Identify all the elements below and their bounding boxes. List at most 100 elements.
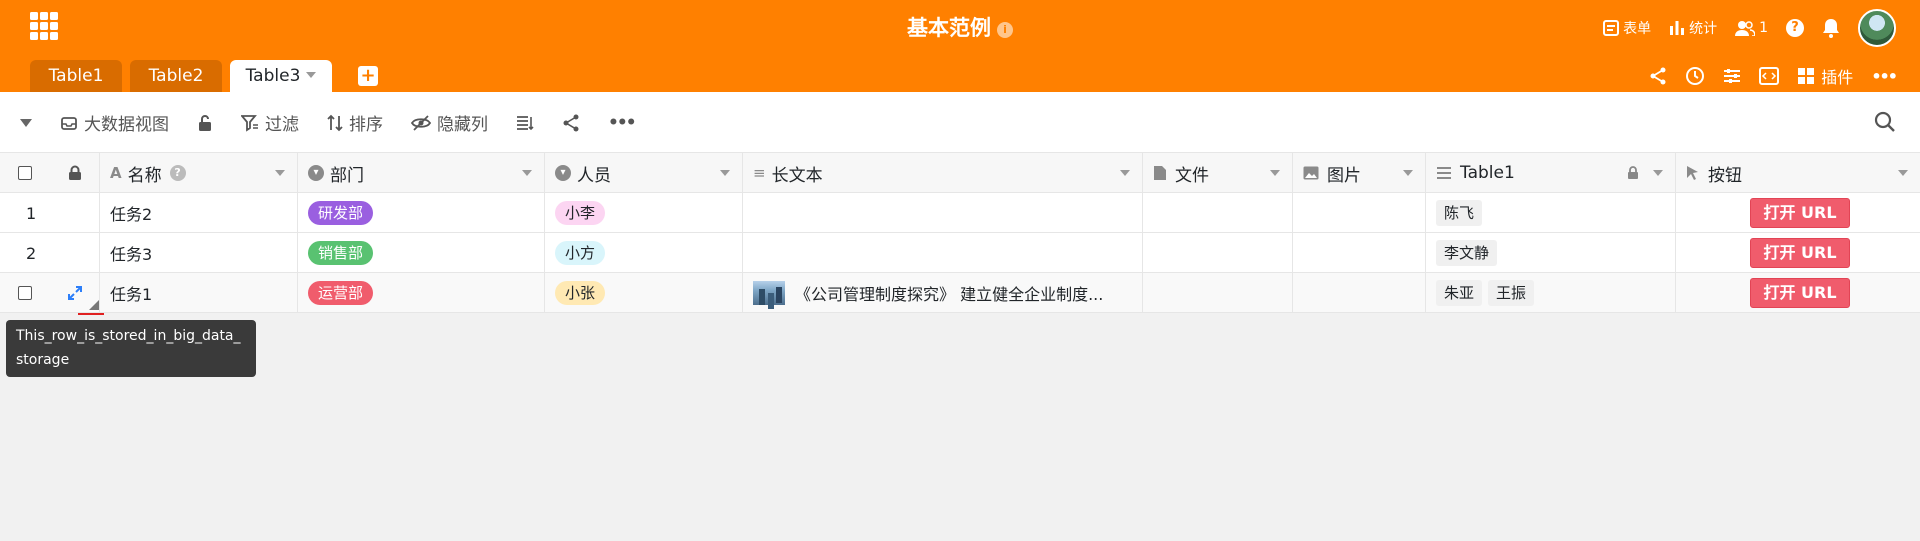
column-header-button[interactable]: 按钮 — [1676, 153, 1920, 193]
image-cell[interactable] — [1293, 273, 1426, 313]
open-url-button[interactable]: 打开 URL — [1750, 238, 1850, 268]
open-url-button[interactable]: 打开 URL — [1750, 278, 1850, 308]
column-header-file[interactable]: 文件 — [1143, 153, 1293, 193]
dept-cell[interactable]: 运营部 — [298, 273, 545, 313]
text-field-icon: A — [110, 164, 122, 182]
column-header-person[interactable]: ▾ 人员 — [545, 153, 743, 193]
collaborators-button[interactable]: 1 — [1735, 20, 1768, 36]
file-cell[interactable] — [1143, 273, 1293, 313]
form-button[interactable]: 表单 — [1603, 18, 1651, 38]
hide-columns-label: 隐藏列 — [437, 115, 488, 135]
button-cell: 打开 URL — [1676, 233, 1920, 273]
tab-label: Table1 — [48, 66, 104, 86]
image-cell[interactable] — [1293, 193, 1426, 233]
tab-table1[interactable]: Table1 — [30, 60, 122, 92]
plugin-label: 插件 — [1821, 68, 1854, 87]
column-menu-icon[interactable] — [1270, 170, 1280, 176]
longtext-cell[interactable]: 《公司管理制度探究》 建立健全企业制度... — [743, 273, 1143, 313]
column-header-image[interactable]: 图片 — [1293, 153, 1426, 193]
add-table-button[interactable]: + — [358, 66, 378, 86]
bell-icon[interactable] — [1822, 18, 1840, 38]
column-menu-icon[interactable] — [275, 170, 285, 176]
row-height-icon[interactable] — [516, 114, 534, 132]
button-cell: 打开 URL — [1676, 193, 1920, 233]
table-row[interactable]: 任务1 运营部 小张 《公司管理制度探究》 建立健全企业制度... 朱亚 王振 … — [0, 273, 1920, 313]
tab-table2[interactable]: Table2 — [130, 60, 222, 92]
hide-columns-button[interactable]: 隐藏列 — [411, 110, 488, 135]
info-icon[interactable]: i — [997, 22, 1013, 38]
open-url-button[interactable]: 打开 URL — [1750, 198, 1850, 228]
script-icon[interactable] — [1759, 67, 1780, 85]
search-icon[interactable] — [1874, 111, 1896, 133]
column-label: Table1 — [1460, 163, 1515, 183]
tab-table3[interactable]: Table3 — [230, 60, 332, 92]
history-icon[interactable] — [1685, 66, 1705, 86]
file-cell[interactable] — [1143, 193, 1293, 233]
view-more-icon[interactable]: ••• — [608, 113, 637, 133]
select-all-checkbox[interactable] — [18, 166, 32, 180]
stats-button[interactable]: 统计 — [1669, 18, 1717, 38]
column-header-longtext[interactable]: ≡ 长文本 — [743, 153, 1143, 193]
column-header-dept[interactable]: ▾ 部门 — [298, 153, 545, 193]
link-cell[interactable]: 朱亚 王振 — [1426, 273, 1676, 313]
row-checkbox[interactable] — [18, 286, 32, 300]
file-cell[interactable] — [1143, 233, 1293, 273]
dept-pill: 运营部 — [308, 281, 374, 305]
link-cell[interactable]: 陈飞 — [1426, 193, 1676, 233]
avatar[interactable] — [1858, 9, 1896, 47]
table-row[interactable]: 2 任务3 销售部 小方 李文静 打开 URL — [0, 233, 1920, 273]
settings-sliders-icon[interactable] — [1723, 67, 1741, 85]
column-label: 名称 — [127, 165, 162, 186]
help-icon[interactable]: ? — [1786, 19, 1804, 37]
eye-off-icon — [411, 114, 431, 131]
person-cell[interactable]: 小张 — [545, 273, 743, 313]
filter-button[interactable]: 过滤 — [241, 110, 299, 135]
name-cell[interactable]: 任务3 — [100, 233, 298, 273]
link-tag: 王振 — [1488, 280, 1535, 306]
lock-icon — [1628, 166, 1638, 179]
dept-pill: 销售部 — [308, 241, 374, 265]
bar-chart-icon — [1670, 21, 1685, 35]
row-indicator-underline — [78, 313, 104, 315]
dept-cell[interactable]: 研发部 — [298, 193, 545, 233]
name-cell[interactable]: 任务2 — [100, 193, 298, 233]
longtext-cell[interactable] — [743, 233, 1143, 273]
plugins-button[interactable]: 插件 — [1797, 64, 1853, 88]
column-label: 图片 — [1327, 165, 1361, 186]
single-select-icon: ▾ — [308, 165, 324, 181]
share-icon[interactable] — [1649, 67, 1667, 85]
column-header-table1[interactable]: Table1 — [1426, 153, 1676, 193]
column-label: 部门 — [330, 165, 364, 186]
dept-pill: 研发部 — [308, 201, 374, 225]
view-dropdown-icon[interactable] — [20, 118, 32, 127]
column-menu-icon[interactable] — [720, 170, 730, 176]
column-menu-icon[interactable] — [1898, 170, 1908, 176]
column-label: 人员 — [577, 165, 611, 186]
view-name[interactable]: 大数据视图 — [60, 110, 169, 135]
name-cell[interactable]: 任务1 — [100, 273, 298, 313]
person-cell[interactable]: 小方 — [545, 233, 743, 273]
column-menu-icon[interactable] — [1653, 170, 1663, 176]
lock-icon[interactable] — [68, 165, 82, 181]
help-circle-icon[interactable]: ? — [169, 165, 186, 181]
sort-button[interactable]: 排序 — [327, 110, 383, 135]
dept-cell[interactable]: 销售部 — [298, 233, 545, 273]
longtext-cell[interactable] — [743, 193, 1143, 233]
column-header-name[interactable]: A 名称 ? — [100, 153, 298, 193]
users-icon — [1735, 21, 1756, 36]
column-menu-icon[interactable] — [1120, 170, 1130, 176]
expand-icon[interactable] — [67, 285, 83, 301]
view-toolbar: 大数据视图 过滤 排序 隐藏列 ••• — [0, 92, 1920, 153]
lock-cell — [50, 153, 100, 193]
link-cell[interactable]: 李文静 — [1426, 233, 1676, 273]
image-cell[interactable] — [1293, 233, 1426, 273]
link-icon — [1437, 167, 1451, 179]
person-cell[interactable]: 小李 — [545, 193, 743, 233]
share-view-icon[interactable] — [562, 114, 580, 132]
table-row[interactable]: 1 任务2 研发部 小李 陈飞 打开 URL — [0, 193, 1920, 233]
header-actions: 表单 统计 1 ? — [1603, 9, 1896, 47]
more-icon[interactable]: ••• — [1871, 67, 1898, 86]
column-menu-icon[interactable] — [522, 170, 532, 176]
column-menu-icon[interactable] — [1403, 170, 1413, 176]
unlock-icon[interactable] — [197, 114, 213, 132]
